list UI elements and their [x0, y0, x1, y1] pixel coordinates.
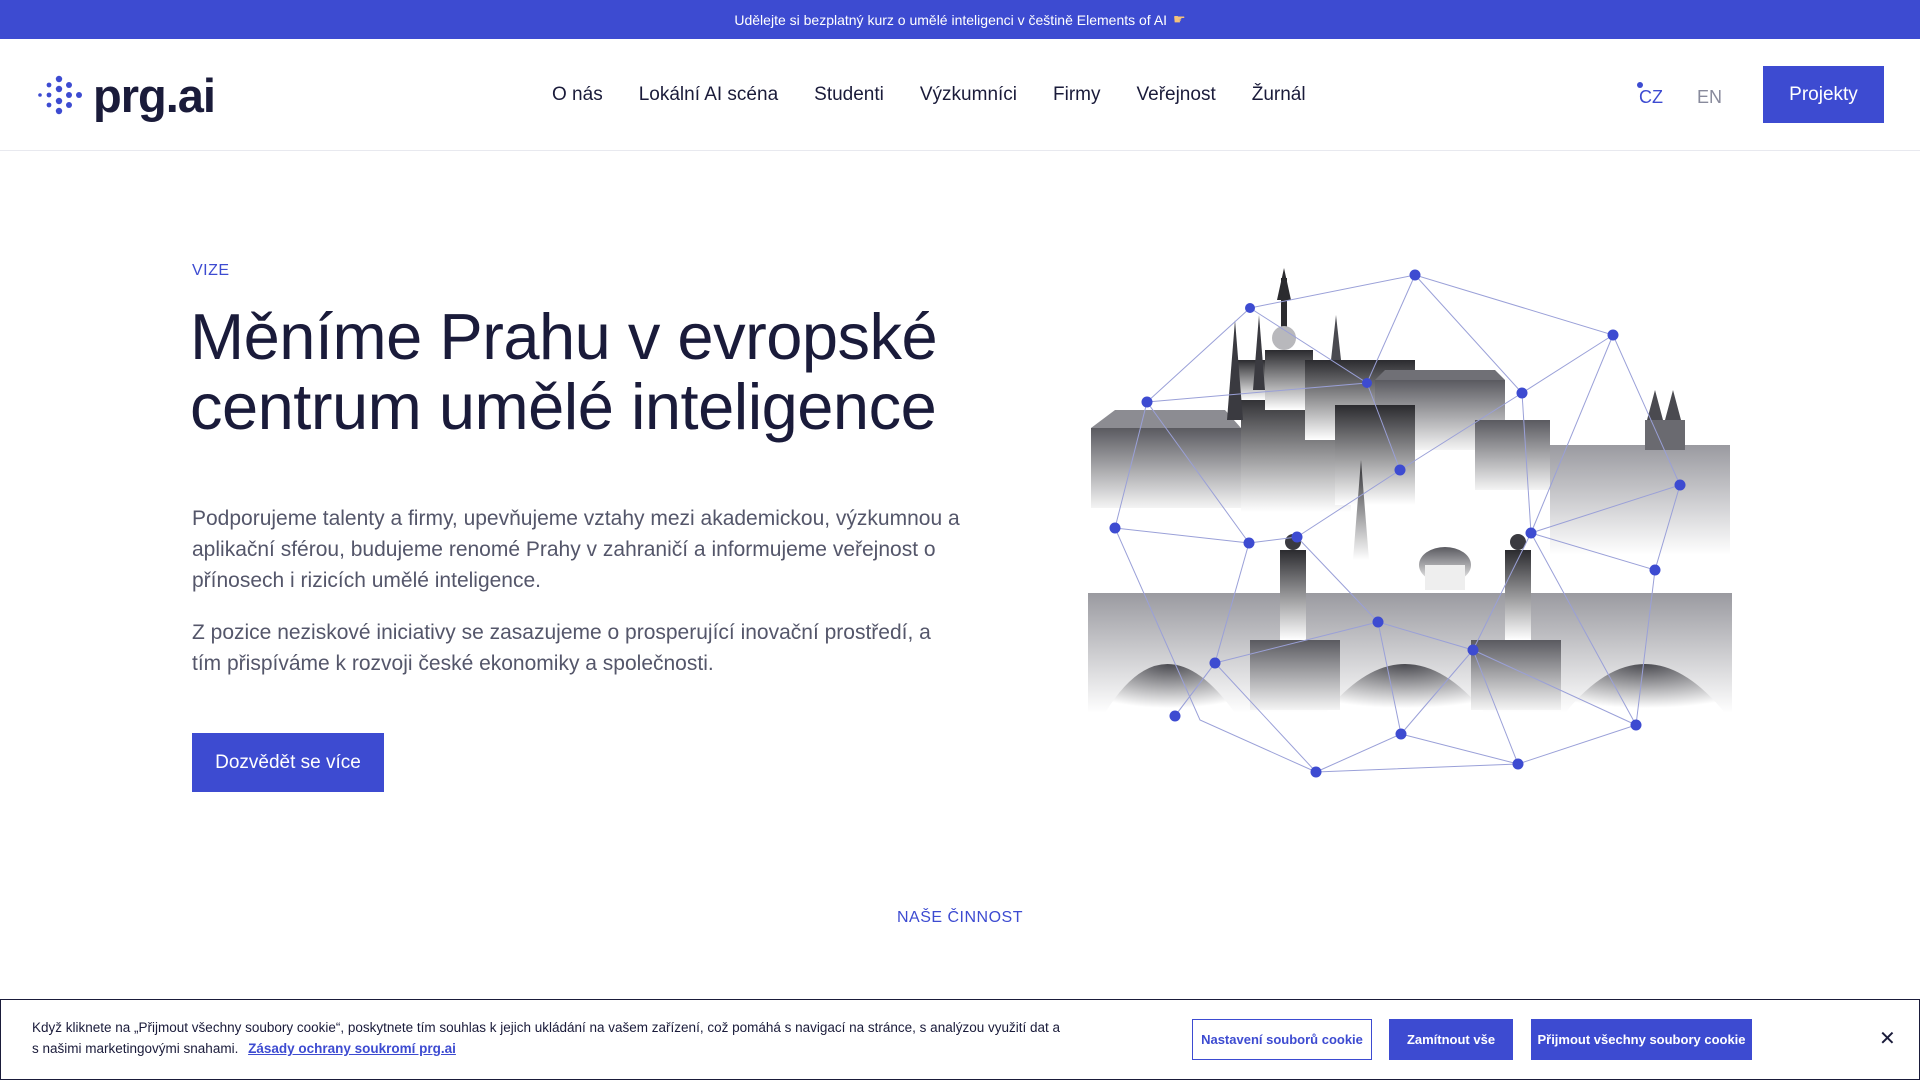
- close-icon[interactable]: ✕: [1879, 1026, 1896, 1051]
- section-label-nase-cinnost: NAŠE ČINNOST: [896, 909, 1023, 926]
- announcement-bar[interactable]: Udělejte si bezplatný kurz o umělé intel…: [0, 0, 1920, 39]
- nav-item-verejnost[interactable]: Veřejnost: [1137, 84, 1216, 106]
- cookie-text: Když kliknete na „Přijmout všechny soubo…: [32, 1020, 1061, 1056]
- cookie-text-block: Když kliknete na „Přijmout všechny soubo…: [32, 1017, 1062, 1059]
- nav-item-vyzkumnici[interactable]: Výzkumníci: [920, 84, 1017, 106]
- privacy-policy-link[interactable]: Zásady ochrany soukromí prg.ai: [248, 1041, 456, 1056]
- site-header: prg.ai O nás Lokální AI scéna Studenti V…: [0, 39, 1920, 151]
- nav-item-lokalni-ai-scena[interactable]: Lokální AI scéna: [639, 84, 778, 106]
- pointing-hand-icon: ☛: [1173, 11, 1186, 27]
- castle-silhouette: [1091, 268, 1730, 590]
- projekty-button[interactable]: Projekty: [1763, 66, 1884, 123]
- hero-eyebrow: VIZE: [192, 262, 230, 279]
- lang-en[interactable]: EN: [1697, 39, 1722, 151]
- active-lang-dot-icon: [1637, 82, 1643, 88]
- main-nav: O nás Lokální AI scéna Studenti Výzkumní…: [552, 39, 1342, 151]
- accept-all-cookies-button[interactable]: Přijmout všechny soubory cookie: [1531, 1019, 1752, 1060]
- cookie-banner: Když kliknete na „Přijmout všechny soubo…: [0, 999, 1920, 1080]
- logo-wordmark: prg.ai: [93, 68, 216, 122]
- cookie-settings-button[interactable]: Nastavení souborů cookie: [1192, 1019, 1372, 1060]
- prague-network-illustration: [1088, 268, 1732, 778]
- reject-all-button[interactable]: Zamítnout vše: [1389, 1019, 1513, 1060]
- nav-item-firmy[interactable]: Firmy: [1053, 84, 1100, 106]
- hero-title: Měníme Prahu v evropské centrum umělé in…: [190, 302, 990, 442]
- learn-more-button[interactable]: Dozvědět se více: [192, 733, 384, 792]
- lang-cz[interactable]: CZ: [1637, 39, 1663, 151]
- nav-item-zurnal[interactable]: Žurnál: [1252, 84, 1306, 106]
- hero-title-line1: Měníme Prahu v evropské: [190, 300, 938, 373]
- hero-paragraph-2: Z pozice neziskové iniciativy se zasazuj…: [192, 621, 931, 675]
- announcement-text[interactable]: Udělejte si bezplatný kurz o umělé intel…: [734, 12, 1167, 28]
- nav-item-o-nas[interactable]: O nás: [552, 84, 603, 106]
- hero-paragraph-1: Podporujeme talenty a firmy, upevňujeme …: [192, 507, 960, 592]
- logo[interactable]: prg.ai: [35, 68, 216, 122]
- logo-dots-icon: [38, 75, 82, 115]
- hero-title-line2: centrum umělé inteligence: [190, 370, 937, 443]
- nav-item-studenti[interactable]: Studenti: [814, 84, 884, 106]
